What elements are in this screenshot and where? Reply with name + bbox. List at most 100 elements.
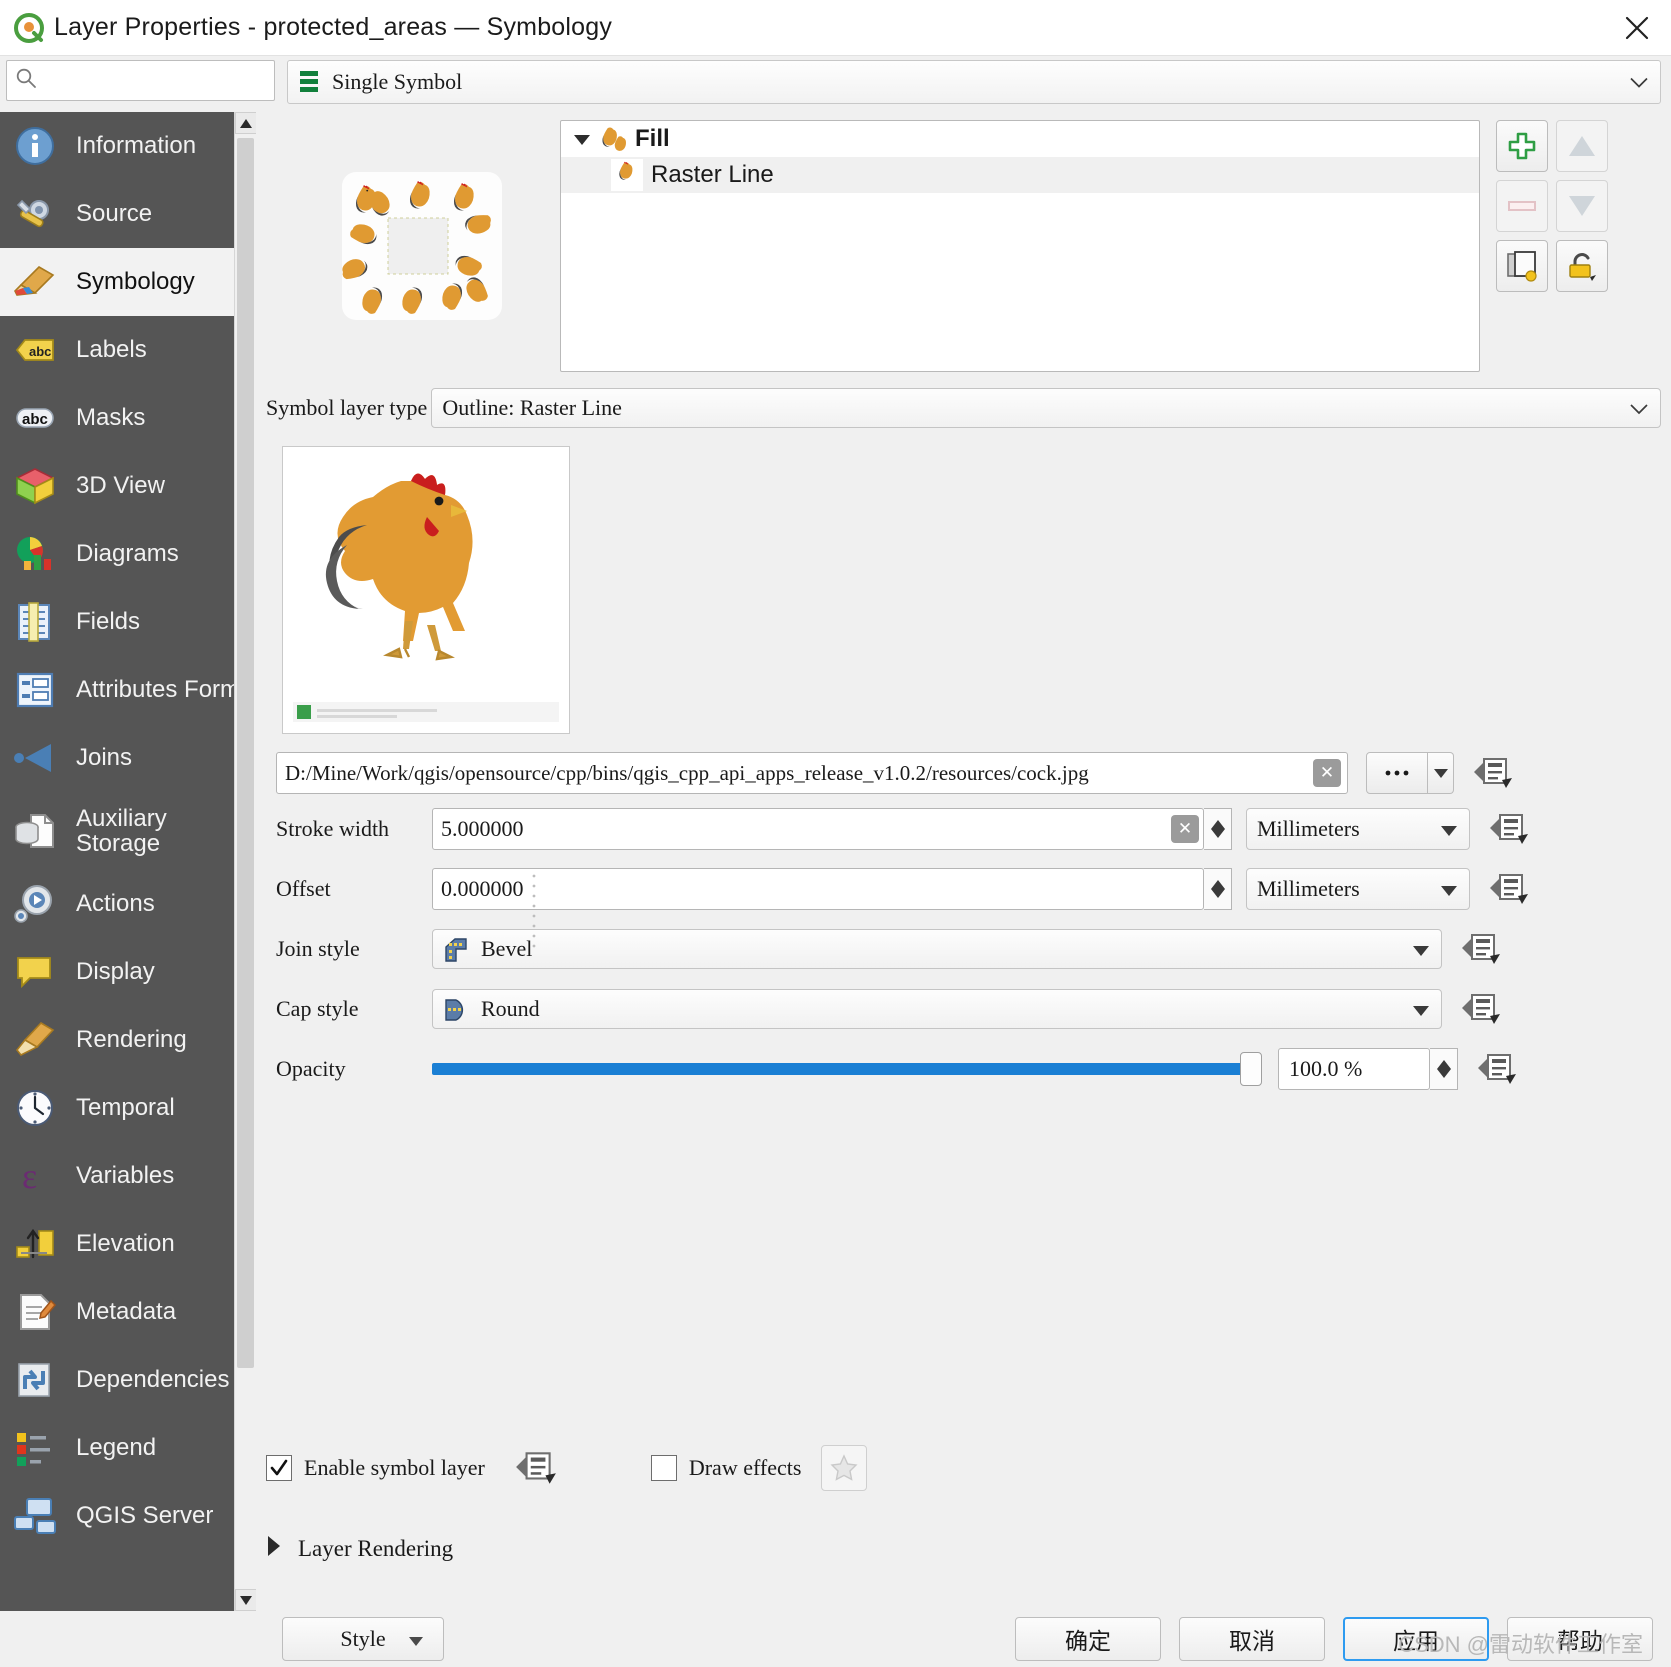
sidebar-item-label: Auxiliary Storage bbox=[76, 806, 167, 857]
renderer-area: Single Symbol bbox=[281, 56, 1671, 104]
layer-rendering-section[interactable]: Layer Rendering bbox=[266, 1535, 453, 1563]
join-style-row: Join style Bevel bbox=[266, 928, 1661, 970]
scrollbar-thumb[interactable] bbox=[237, 138, 254, 1368]
apply-button[interactable]: 应用 bbox=[1343, 1617, 1489, 1661]
sidebar-item-diagrams[interactable]: Diagrams bbox=[0, 520, 256, 588]
opacity-slider-handle[interactable] bbox=[1240, 1052, 1262, 1086]
sidebar-item-dependencies[interactable]: Dependencies bbox=[0, 1346, 256, 1414]
scroll-up-button[interactable] bbox=[235, 112, 256, 134]
sidebar-item-elevation[interactable]: Elevation bbox=[0, 1210, 256, 1278]
offset-input[interactable]: 0.000000 bbox=[432, 868, 1204, 910]
splitter-handle[interactable] bbox=[532, 872, 536, 952]
offset-unit-combo[interactable]: Millimeters bbox=[1246, 868, 1470, 910]
chevron-down-icon bbox=[1630, 70, 1648, 95]
tree-row[interactable]: Raster Line bbox=[561, 157, 1479, 193]
lock-layer-button[interactable] bbox=[1556, 240, 1608, 292]
sidebar-item-display[interactable]: Display bbox=[0, 938, 256, 1006]
move-up-button[interactable] bbox=[1556, 120, 1608, 172]
sidebar-item-label: Metadata bbox=[76, 1298, 177, 1326]
sidebar-item-metadata[interactable]: Metadata bbox=[0, 1278, 256, 1346]
sidebar-item-actions[interactable]: Actions bbox=[0, 870, 256, 938]
sidebar-item-label: Joins bbox=[76, 744, 133, 772]
data-defined-override-enable-layer-button[interactable] bbox=[513, 1447, 559, 1489]
style-menu-button[interactable]: Style bbox=[282, 1617, 444, 1661]
offset-label: Offset bbox=[276, 876, 331, 901]
sidebar-item-symbology[interactable]: Symbology bbox=[0, 248, 256, 316]
sidebar-item-label: Fields bbox=[76, 608, 141, 636]
sidebar-item-label: Dependencies bbox=[76, 1366, 230, 1394]
sidebar: Information Source Symbology abc Labels … bbox=[0, 112, 256, 1611]
cancel-button[interactable]: 取消 bbox=[1179, 1617, 1325, 1661]
data-defined-override-offset-button[interactable] bbox=[1486, 868, 1532, 910]
search-box[interactable] bbox=[6, 60, 290, 101]
data-defined-override-cap-style-button[interactable] bbox=[1458, 988, 1504, 1030]
svg-text:abc: abc bbox=[29, 344, 51, 359]
sidebar-item-qgis-server[interactable]: QGIS Server bbox=[0, 1482, 256, 1550]
data-defined-override-opacity-button[interactable] bbox=[1474, 1048, 1520, 1090]
opacity-slider-track bbox=[432, 1063, 1260, 1075]
duplicate-symbol-layer-button[interactable] bbox=[1496, 240, 1548, 292]
top-row: Single Symbol bbox=[0, 56, 1671, 112]
tree-row[interactable]: Fill bbox=[561, 121, 1479, 157]
sidebar-item-3d-view[interactable]: 3D View bbox=[0, 452, 256, 520]
clear-path-button[interactable]: ✕ bbox=[1313, 759, 1341, 787]
ok-button[interactable]: 确定 bbox=[1015, 1617, 1161, 1661]
stroke-width-input[interactable]: 5.000000 ✕ bbox=[432, 808, 1204, 850]
chevron-down-icon[interactable] bbox=[569, 134, 595, 145]
display-balloon-icon bbox=[10, 947, 60, 997]
chevron-right-icon[interactable] bbox=[266, 1535, 282, 1563]
qgis-server-icon bbox=[10, 1491, 60, 1541]
sidebar-item-temporal[interactable]: Temporal bbox=[0, 1074, 256, 1142]
image-path-field[interactable]: D:/Mine/Work/qgis/opensource/cpp/bins/qg… bbox=[276, 752, 1348, 794]
clear-stroke-width-button[interactable]: ✕ bbox=[1171, 815, 1199, 843]
offset-stepper[interactable] bbox=[1204, 868, 1232, 910]
sidebar-item-label-line2: Storage bbox=[76, 830, 161, 857]
browse-file-button[interactable] bbox=[1366, 752, 1428, 794]
renderer-type-combo[interactable]: Single Symbol bbox=[287, 60, 1661, 104]
cap-style-row: Cap style Round bbox=[266, 988, 1661, 1030]
sidebar-item-label: Symbology bbox=[76, 268, 195, 296]
sidebar-item-joins[interactable]: Joins bbox=[0, 724, 256, 792]
sidebar-item-masks[interactable]: abc Masks bbox=[0, 384, 256, 452]
enable-symbol-layer-checkbox[interactable] bbox=[266, 1455, 292, 1481]
dialog-body: Information Source Symbology abc Labels … bbox=[0, 112, 1671, 1611]
move-down-button[interactable] bbox=[1556, 180, 1608, 232]
opacity-value-input[interactable]: 100.0 % bbox=[1278, 1048, 1430, 1090]
sidebar-item-legend[interactable]: Legend bbox=[0, 1414, 256, 1482]
draw-effects-checkbox[interactable] bbox=[650, 1455, 677, 1481]
sidebar-item-fields[interactable]: Fields bbox=[0, 588, 256, 656]
sidebar-item-source[interactable]: Source bbox=[0, 180, 256, 248]
search-icon bbox=[15, 67, 37, 95]
browse-dropdown-button[interactable] bbox=[1428, 752, 1454, 794]
offset-value: 0.000000 bbox=[441, 876, 524, 901]
fill-symbol-preview-icon bbox=[595, 123, 627, 155]
remove-symbol-layer-button[interactable] bbox=[1496, 180, 1548, 232]
add-symbol-layer-button[interactable] bbox=[1496, 120, 1548, 172]
sidebar-item-label: Information bbox=[76, 132, 197, 160]
search-input[interactable] bbox=[37, 61, 290, 100]
data-defined-override-join-style-button[interactable] bbox=[1458, 928, 1504, 970]
close-window-button[interactable] bbox=[1617, 8, 1657, 48]
sidebar-item-rendering[interactable]: Rendering bbox=[0, 1006, 256, 1074]
scroll-down-button[interactable] bbox=[235, 1589, 256, 1611]
sidebar-item-variables[interactable]: ε Variables bbox=[0, 1142, 256, 1210]
apply-button-label: 应用 bbox=[1393, 1628, 1439, 1654]
sidebar-item-labels[interactable]: abc Labels bbox=[0, 316, 256, 384]
join-style-combo[interactable]: Bevel bbox=[432, 929, 1442, 969]
sidebar-scrollbar[interactable] bbox=[234, 112, 256, 1611]
sidebar-item-attributes-form[interactable]: Attributes Form bbox=[0, 656, 256, 724]
opacity-slider[interactable] bbox=[432, 1048, 1262, 1090]
sidebar-item-information[interactable]: Information bbox=[0, 112, 256, 180]
cap-style-combo[interactable]: Round bbox=[432, 989, 1442, 1029]
customize-effects-button[interactable] bbox=[821, 1445, 868, 1491]
stroke-width-stepper[interactable] bbox=[1204, 808, 1232, 850]
symbol-layer-tree[interactable]: Fill Raster Line bbox=[560, 120, 1480, 372]
stroke-width-unit-combo[interactable]: Millimeters bbox=[1246, 808, 1470, 850]
symbol-layer-type-combo[interactable]: Outline: Raster Line bbox=[431, 388, 1661, 428]
help-button[interactable]: 帮助 bbox=[1507, 1617, 1653, 1661]
opacity-stepper[interactable] bbox=[1430, 1048, 1458, 1090]
data-defined-override-path-button[interactable] bbox=[1470, 752, 1516, 794]
join-style-label: Join style bbox=[276, 936, 360, 961]
data-defined-override-stroke-width-button[interactable] bbox=[1486, 808, 1532, 850]
sidebar-item-auxiliary-storage[interactable]: Auxiliary Storage bbox=[0, 792, 256, 870]
